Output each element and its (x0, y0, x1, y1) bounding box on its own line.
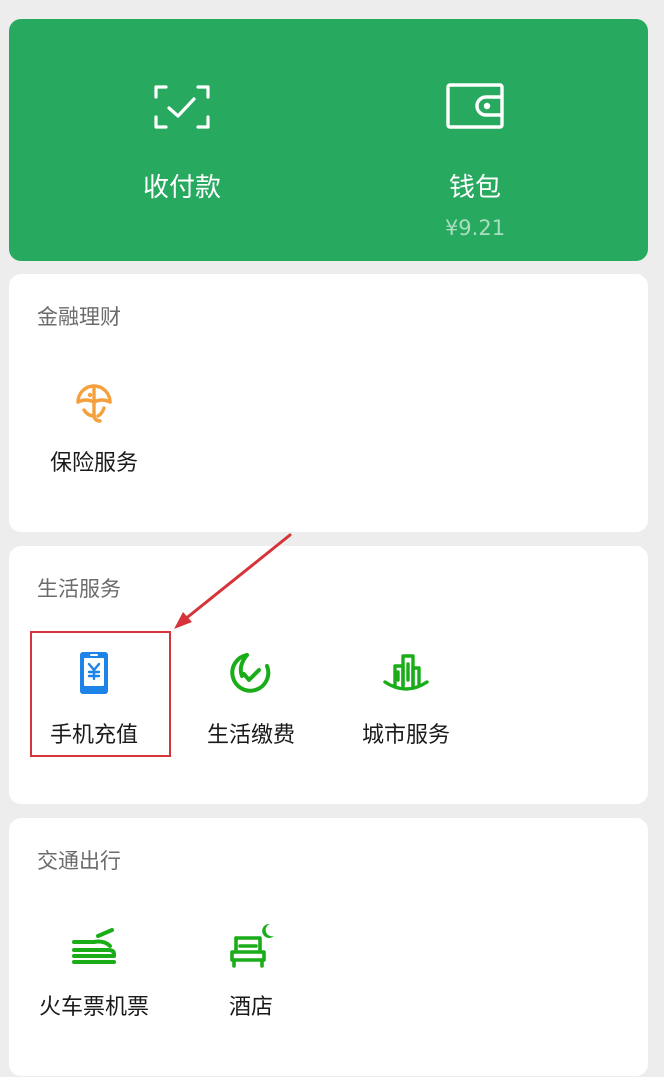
utility-payment-icon (230, 653, 271, 693)
tile-city-service[interactable]: 城市服务 (331, 650, 481, 770)
wallet-summary-card: 收付款 钱包 ¥9.21 (9, 19, 648, 261)
travel-section: 交通出行 火车票机票 酒店 (9, 818, 648, 1076)
section-title-life: 生活服务 (37, 577, 121, 601)
tile-utility-payment[interactable]: 生活缴费 (176, 650, 326, 770)
insurance-umbrella-icon (76, 384, 112, 423)
city-buildings-icon (383, 654, 429, 691)
highlight-box-mobile-recharge (30, 631, 171, 757)
tile-label-insurance: 保险服务 (49, 451, 138, 476)
wallet-icon (446, 83, 504, 129)
tile-train-plane-tickets[interactable]: 火车票机票 (19, 922, 169, 1042)
wallet-balance: ¥9.21 (444, 216, 506, 240)
wallet-button[interactable]: 钱包 ¥9.21 (375, 19, 575, 261)
section-title-finance: 金融理财 (37, 305, 121, 329)
tile-label-utility: 生活缴费 (206, 723, 295, 748)
pay-label: 收付款 (142, 173, 221, 203)
tile-label-city: 城市服务 (361, 723, 450, 748)
tile-insurance-service[interactable]: 保险服务 (19, 378, 169, 498)
train-plane-icon (72, 928, 116, 964)
hotel-bed-icon (230, 923, 274, 968)
finance-section: 金融理财 保险服务 (9, 274, 648, 532)
tile-label-train-plane: 火车票机票 (38, 995, 149, 1020)
tile-label-hotel: 酒店 (228, 995, 273, 1020)
wallet-label: 钱包 (448, 173, 501, 203)
tile-hotel[interactable]: 酒店 (176, 922, 326, 1042)
pay-button[interactable]: 收付款 (82, 19, 282, 261)
section-title-travel: 交通出行 (37, 849, 121, 873)
scan-check-icon (154, 85, 210, 129)
